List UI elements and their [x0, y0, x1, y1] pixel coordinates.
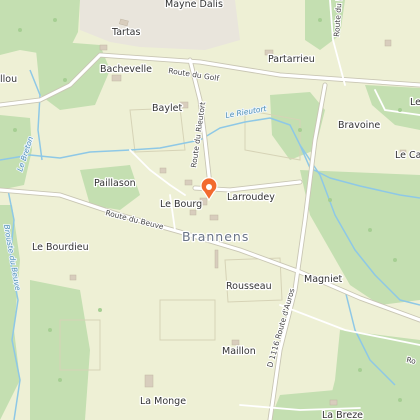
place-label-le-ca: Le Ca — [395, 150, 420, 161]
location-pin-icon[interactable] — [200, 177, 218, 202]
map-canvas[interactable]: Route du Golf Route du Rieutort Route du… — [0, 0, 420, 420]
place-label-bachevelle: Bachevelle — [100, 64, 152, 75]
place-label-le-edge: Le — [410, 97, 420, 108]
map-view[interactable]: Route du Golf Route du Rieutort Route du… — [0, 0, 420, 420]
place-label-la-breze: La Breze — [322, 410, 363, 420]
place-label-magniet: Magniet — [304, 274, 343, 285]
place-label-mayne-dalis: Mayne Dalis — [165, 0, 223, 10]
road-label-route-du-beuve: Route du Beuve — [105, 208, 165, 231]
place-label-le-bourdieu: Le Bourdieu — [32, 242, 89, 253]
place-label-tartas: Tartas — [111, 27, 141, 38]
place-label-llou: llou — [0, 74, 17, 85]
field-outlines — [59, 107, 301, 371]
place-label-le-bourg: Le Bourg — [160, 199, 202, 210]
place-label-bravoine: Bravoine — [338, 120, 380, 131]
place-label-la-monge: La Monge — [140, 396, 186, 407]
place-label-baylet: Baylet — [152, 103, 182, 114]
road-label-route-du-lac: Route du Lac — [332, 0, 344, 37]
place-label-larroudey: Larroudey — [227, 192, 275, 203]
place-label-maillon: Maillon — [222, 346, 256, 357]
place-label-paillason: Paillason — [94, 178, 136, 189]
town-label: Brannens — [182, 229, 249, 244]
forest-area — [325, 330, 420, 420]
place-label-partarrieu: Partarrieu — [268, 54, 315, 65]
waterway-label-le-rieutort: Le Rieutort — [225, 104, 268, 120]
place-label-rousseau: Rousseau — [226, 281, 272, 292]
